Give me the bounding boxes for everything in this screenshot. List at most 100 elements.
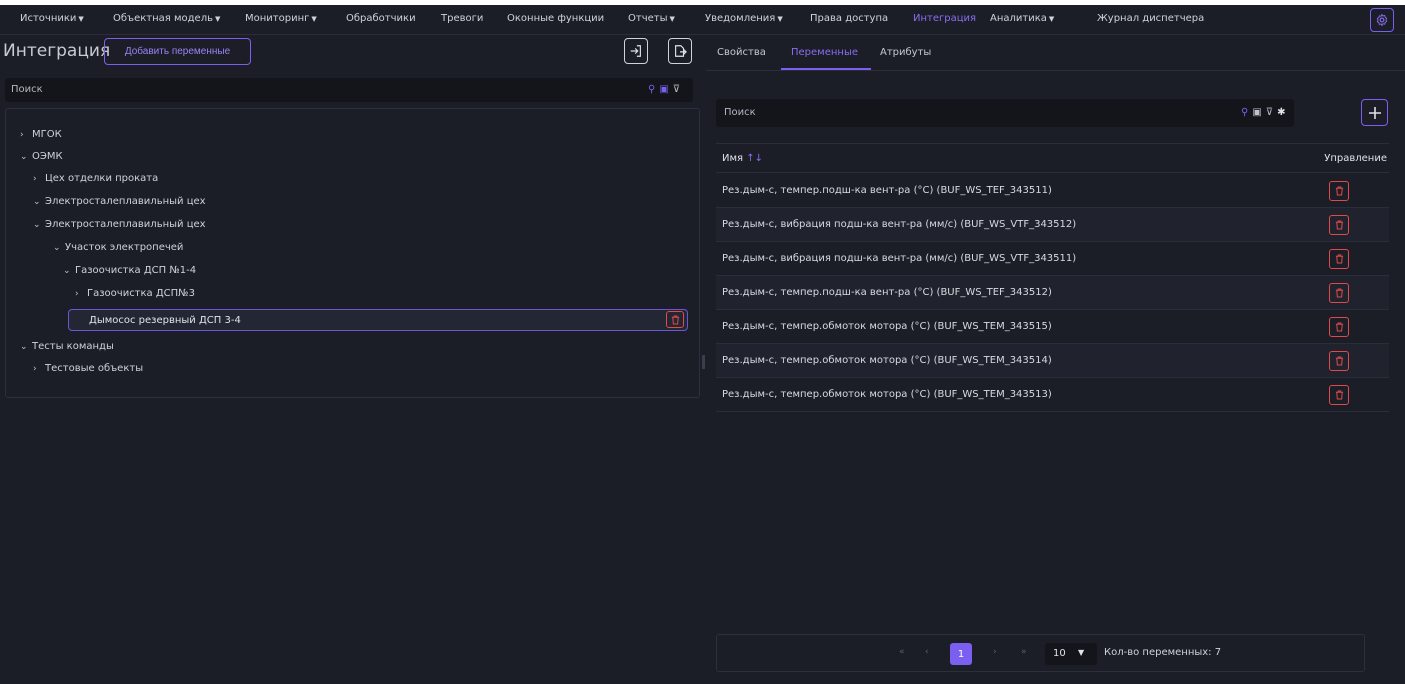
nav-item-sources[interactable]: Источники ▼ (20, 13, 84, 27)
table-row[interactable]: Рез.дым-с, темпер.подш-ка вент-ра (°С) (… (716, 174, 1389, 208)
chevron-down-icon[interactable]: ⌄ (20, 342, 32, 352)
filter-icon[interactable]: ⊽ (1266, 107, 1273, 118)
chevron-right-icon[interactable]: › (33, 364, 45, 374)
variable-name: Рез.дым-с, темпер.подш-ка вент-ра (°С) (… (722, 185, 1052, 196)
current-page-button[interactable]: 1 (950, 643, 972, 665)
table-row[interactable]: Рез.дым-с, темпер.обмоток мотора (°С) (B… (716, 378, 1389, 412)
column-header-name[interactable]: Имя ↑↓ (722, 153, 763, 164)
asterisk-icon[interactable]: ✱ (1277, 107, 1285, 118)
nav-item-handlers[interactable]: Обработчики (346, 13, 416, 27)
next-page-button[interactable]: › (993, 647, 997, 657)
plus-icon (1368, 106, 1381, 119)
tree-node[interactable]: › Тестовые объекты (33, 363, 143, 381)
tree-node[interactable]: ⌄ Электросталеплавильный цех (33, 219, 206, 237)
nav-item-analytics[interactable]: Аналитика ▼ (990, 13, 1054, 27)
tab-properties[interactable]: Свойства (717, 47, 766, 58)
variables-search-input[interactable]: Поиск ⚲ ▣ ⊽ ✱ (716, 99, 1294, 127)
delete-variable-button[interactable] (1329, 317, 1349, 337)
table-row[interactable]: Рез.дым-с, вибрация подш-ка вент-ра (мм/… (716, 208, 1389, 242)
tree-node[interactable]: ⌄ Газоочистка ДСП №1-4 (63, 265, 196, 283)
tab-variables[interactable]: Переменные (791, 47, 858, 58)
first-page-button[interactable]: « (899, 647, 905, 657)
nav-item-alarms[interactable]: Тревоги (441, 13, 483, 27)
nav-item-integration[interactable]: Интеграция (913, 13, 976, 27)
chevron-down-icon: ▼ (1048, 15, 1055, 23)
chevron-down-icon[interactable]: ⌄ (33, 220, 45, 230)
keyboard-icon[interactable]: ▣ (1252, 107, 1261, 118)
nav-item-label: Аналитика (990, 13, 1047, 24)
tree-node-label: Электросталеплавильный цех (45, 196, 206, 207)
tree-node-selected[interactable]: Дымосос резервный ДСП 3-4 (68, 309, 688, 331)
nav-item-label: Оконные функции (507, 13, 605, 24)
chevron-right-icon[interactable]: › (75, 289, 87, 299)
nav-item-dispatcher-log[interactable]: Журнал диспетчера (1097, 13, 1204, 27)
add-variable-button[interactable] (1361, 99, 1388, 126)
filter-icon[interactable]: ⊽ (673, 84, 680, 95)
nav-item-label: Объектная модель (113, 13, 213, 24)
page-size-select[interactable]: 10 ▼ (1045, 643, 1097, 665)
prev-page-button[interactable]: ‹ (925, 647, 929, 657)
delete-variable-button[interactable] (1329, 283, 1349, 303)
nav-item-object-model[interactable]: Объектная модель ▼ (113, 13, 220, 27)
search-icon[interactable]: ⚲ (1241, 107, 1248, 118)
table-row[interactable]: Рез.дым-с, темпер.подш-ка вент-ра (°С) (… (716, 276, 1389, 310)
delete-node-button[interactable] (666, 311, 684, 328)
nav-item-reports[interactable]: Отчеты ▼ (628, 13, 675, 27)
chevron-down-icon[interactable]: ⌄ (53, 243, 65, 253)
last-page-button[interactable]: » (1021, 647, 1027, 657)
table-row[interactable]: Рез.дым-с, вибрация подш-ка вент-ра (мм/… (716, 242, 1389, 276)
nav-item-monitoring[interactable]: Мониторинг ▼ (245, 13, 317, 27)
nav-item-label: Источники (20, 13, 77, 24)
search-icons: ⚲ ▣ ⊽ (648, 84, 680, 95)
search-icon[interactable]: ⚲ (648, 84, 655, 95)
chevron-down-icon[interactable]: ⌄ (33, 197, 45, 207)
trash-icon (1335, 390, 1343, 400)
tree-node[interactable]: ⌄ ОЭМК (20, 151, 63, 169)
tree-node[interactable]: ⌄ Электросталеплавильный цех (33, 196, 206, 214)
trash-icon (1335, 254, 1343, 264)
table-row[interactable]: Рез.дым-с, темпер.обмоток мотора (°С) (B… (716, 344, 1389, 378)
settings-button[interactable] (1370, 8, 1394, 32)
chevron-right-icon[interactable]: › (20, 130, 32, 140)
tab-attributes[interactable]: Атрибуты (880, 47, 931, 58)
delete-variable-button[interactable] (1329, 215, 1349, 235)
import-button[interactable] (624, 38, 648, 64)
delete-variable-button[interactable] (1329, 351, 1349, 371)
tree-node[interactable]: ⌄ Участок электропечей (53, 242, 183, 260)
nav-item-window-functions[interactable]: Оконные функции (507, 13, 604, 27)
chevron-down-icon[interactable]: ⌄ (63, 266, 75, 276)
search-placeholder: Поиск (724, 107, 756, 118)
delete-variable-button[interactable] (1329, 181, 1349, 201)
chevron-down-icon: ▼ (311, 15, 317, 23)
delete-variable-button[interactable] (1329, 249, 1349, 269)
panel-splitter[interactable] (702, 355, 705, 369)
variable-name: Рез.дым-с, темпер.обмоток мотора (°С) (B… (722, 389, 1052, 400)
chevron-down-icon[interactable]: ⌄ (20, 152, 32, 162)
tree-search-input[interactable]: Поиск ⚲ ▣ ⊽ (5, 78, 693, 102)
delete-variable-button[interactable] (1329, 385, 1349, 405)
tree-node-label: Дымосос резервный ДСП 3-4 (89, 315, 241, 326)
nav-item-notifications[interactable]: Уведомления ▼ (705, 13, 783, 27)
add-variables-button[interactable]: Добавить переменные (104, 38, 251, 65)
chevron-right-icon[interactable]: › (33, 174, 45, 184)
tree-node[interactable]: › Цех отделки проката (33, 173, 158, 191)
tree-node[interactable]: › МГОК (20, 129, 62, 147)
export-icon (675, 45, 687, 57)
variable-name: Рез.дым-с, темпер.обмоток мотора (°С) (B… (722, 355, 1052, 366)
nav-item-access-rights[interactable]: Права доступа (810, 13, 888, 27)
chevron-down-icon: ▼ (777, 15, 783, 23)
tree-node[interactable]: ⌄ Тесты команды (20, 341, 114, 359)
trash-icon (1335, 220, 1343, 230)
page-size-value: 10 (1053, 648, 1066, 659)
pagination: « ‹ 1 › » 10 ▼ Кол-во переменных: 7 (716, 634, 1365, 672)
tree-node[interactable]: › Газоочистка ДСП№3 (75, 288, 195, 306)
nav-item-label: Журнал диспетчера (1097, 13, 1205, 24)
keyboard-icon[interactable]: ▣ (659, 84, 668, 95)
tree-node-label: Цех отделки проката (45, 173, 159, 184)
nav-item-label: Обработчики (346, 13, 416, 24)
export-button[interactable] (668, 38, 692, 64)
sort-icon[interactable]: ↑↓ (746, 153, 763, 164)
variable-name: Рез.дым-с, темпер.обмоток мотора (°С) (B… (722, 321, 1052, 332)
table-row[interactable]: Рез.дым-с, темпер.обмоток мотора (°С) (B… (716, 310, 1389, 344)
active-tab-indicator (781, 68, 871, 70)
